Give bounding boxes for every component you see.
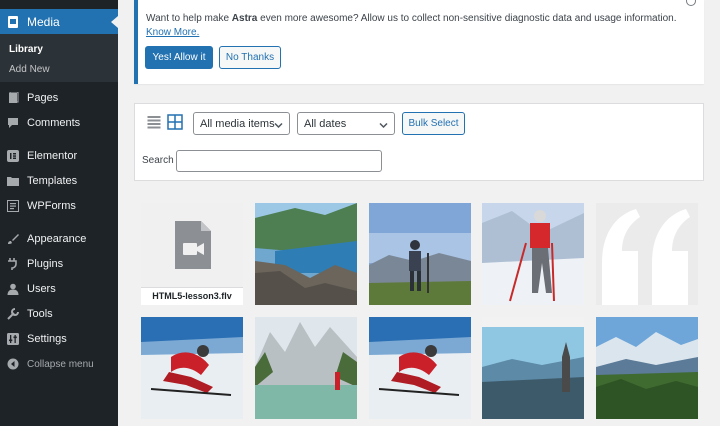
sidebar-item-plugins[interactable]: Plugins [0, 253, 118, 275]
grid-view-icon[interactable] [167, 114, 183, 130]
hiker-mountains-image [369, 203, 471, 305]
sidebar-item-settings[interactable]: Settings [0, 328, 118, 350]
skier-red-jacket-image [482, 203, 584, 305]
settings-icon [6, 332, 20, 346]
know-more-link[interactable]: Know More. [146, 27, 199, 38]
search-input[interactable] [176, 150, 382, 172]
mountain-lake-image [255, 317, 357, 419]
video-file-icon [175, 221, 211, 269]
skier-turning-image [369, 317, 471, 419]
search-label: Search [142, 155, 174, 166]
paintbrush-icon [6, 232, 20, 246]
sidebar-item-label: Pages [27, 92, 59, 104]
sidebar-item-tools[interactable]: Tools [0, 303, 118, 325]
pages-icon [6, 91, 20, 105]
comments-icon [6, 116, 20, 130]
media-toolbar: All media items All dates Bulk Select Se… [134, 103, 704, 181]
sidebar-item-label: Plugins [27, 258, 64, 270]
sidebar-item-label: Collapse menu [27, 358, 94, 370]
sidebar-item-templates[interactable]: Templates [0, 170, 118, 192]
dismiss-icon[interactable] [686, 0, 696, 6]
list-view-icon[interactable] [147, 115, 161, 129]
media-type-select[interactable]: All media items [193, 112, 290, 135]
sidebar-item-media[interactable]: Media [0, 9, 118, 34]
media-type-value: All media items [200, 117, 275, 130]
media-item[interactable] [369, 317, 471, 419]
sidebar-item-label: Settings [27, 333, 67, 345]
admin-sidebar: Media Library Add New Pages Comments Ele… [0, 0, 118, 426]
quote-marks-image [596, 203, 698, 305]
media-item[interactable] [255, 317, 357, 419]
folder-icon [6, 174, 20, 188]
submenu-library[interactable]: Library [9, 44, 43, 55]
valley-church-image [482, 317, 584, 419]
elementor-icon [6, 149, 20, 163]
sidebar-item-comments[interactable]: Comments [0, 112, 118, 134]
date-filter-select[interactable]: All dates [297, 112, 395, 135]
sidebar-item-appearance[interactable]: Appearance [0, 228, 118, 250]
chevron-down-icon [379, 120, 388, 132]
allow-button[interactable]: Yes! Allow it [145, 46, 213, 69]
submenu-add-new[interactable]: Add New [9, 64, 50, 75]
sidebar-collapse-menu[interactable]: Collapse menu [0, 353, 118, 375]
media-submenu: Library Add New [0, 34, 118, 82]
sidebar-item-label: Users [27, 283, 56, 295]
media-item[interactable] [482, 317, 584, 419]
sidebar-item-label: Templates [27, 175, 78, 187]
media-item[interactable] [369, 203, 471, 305]
sidebar-item-wpforms[interactable]: WPForms [0, 195, 118, 217]
alpine-village-image [596, 317, 698, 419]
user-icon [6, 282, 20, 296]
media-item[interactable] [141, 317, 243, 419]
date-filter-value: All dates [304, 117, 347, 130]
media-item[interactable] [596, 203, 698, 305]
wrench-icon [6, 307, 20, 321]
media-icon [6, 15, 20, 29]
astra-usage-notice: Want to help make Astra even more awesom… [134, 0, 704, 84]
sidebar-item-label: Elementor [27, 150, 78, 162]
file-name: HTML5-lesson3.flv [141, 287, 243, 305]
plugin-icon [6, 257, 20, 271]
sidebar-item-pages[interactable]: Pages [0, 87, 118, 109]
media-item[interactable] [596, 317, 698, 419]
no-thanks-button[interactable]: No Thanks [219, 46, 281, 69]
sidebar-item-label: Tools [27, 308, 53, 320]
media-item[interactable] [482, 203, 584, 305]
sidebar-item-label: Comments [27, 117, 81, 129]
media-item[interactable] [255, 203, 357, 305]
media-item[interactable]: HTML5-lesson3.flv [141, 203, 243, 305]
notice-message: Want to help make Astra even more awesom… [146, 13, 677, 38]
skier-turning-image [141, 317, 243, 419]
sidebar-item-label: WPForms [27, 200, 76, 212]
sidebar-item-label: Media [27, 14, 60, 29]
chevron-down-icon [274, 120, 283, 132]
sidebar-item-elementor[interactable]: Elementor [0, 145, 118, 167]
bulk-select-button[interactable]: Bulk Select [402, 112, 465, 135]
collapse-icon [6, 357, 20, 371]
sidebar-item-label: Appearance [27, 233, 87, 245]
sidebar-item-users[interactable]: Users [0, 278, 118, 300]
forms-icon [6, 199, 20, 213]
lake-cliff-image [255, 203, 357, 305]
